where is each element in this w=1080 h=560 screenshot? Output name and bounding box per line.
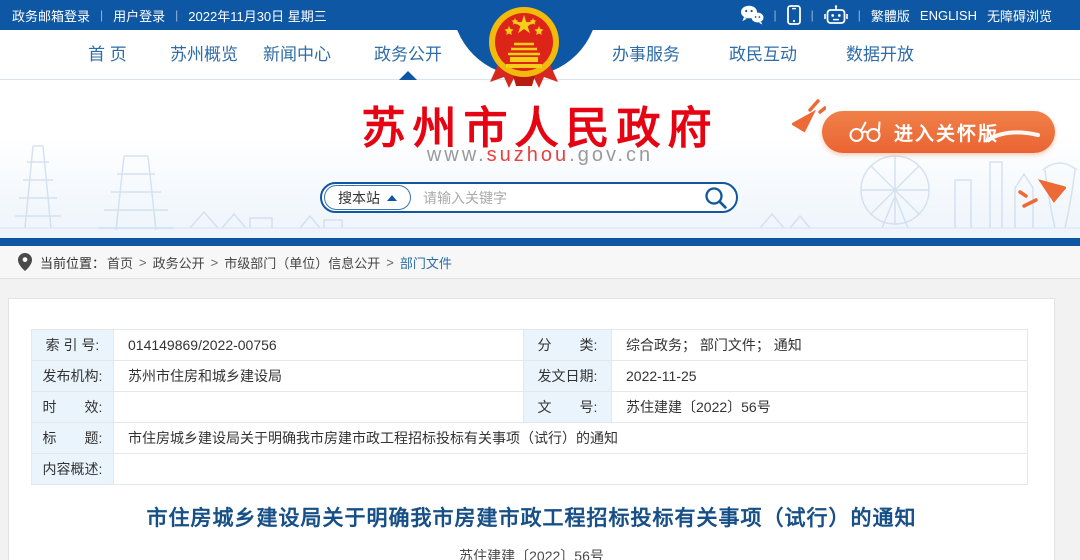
nav-item-interact[interactable]: 政民互动 — [729, 30, 797, 80]
meta-label-index-number: 索 引 号: — [32, 330, 114, 361]
nav-item-home[interactable]: 首 页 — [88, 30, 127, 80]
meta-label-doc-number: 文 号: — [524, 392, 612, 423]
url-highlight: suzhou — [487, 144, 570, 166]
search-input[interactable] — [423, 190, 704, 206]
meta-label-category: 分 类: — [524, 330, 612, 361]
mobile-icon[interactable] — [787, 5, 801, 25]
topbar-right: | | | 繁體版 ENGLISH 无障碍浏览 — [740, 5, 1052, 25]
breadcrumb-item-current[interactable]: 部门文件 — [400, 253, 452, 272]
banner: 苏州市人民政府 www.suzhou.gov.cn 搜本站 进入关怀版 — [0, 80, 1080, 238]
breadcrumb-separator: > — [211, 255, 219, 270]
nav-item-news[interactable]: 新闻中心 — [263, 30, 331, 80]
meta-value-index-number: 014149869/2022-00756 — [114, 330, 524, 361]
meta-value-doc-number: 苏住建建〔2022〕56号 — [612, 392, 1028, 423]
table-row: 时 效: 文 号: 苏住建建〔2022〕56号 — [32, 392, 1028, 423]
glasses-icon — [848, 120, 882, 144]
location-pin-icon — [18, 253, 32, 271]
accessibility-link[interactable]: 无障碍浏览 — [987, 6, 1052, 25]
search-button[interactable] — [704, 186, 728, 210]
meta-value-title: 市住房城乡建设局关于明确我市房建市政工程招标投标有关事项（试行）的通知 — [114, 423, 1028, 454]
document-title: 市住房城乡建设局关于明确我市房建市政工程招标投标有关事项（试行）的通知 — [31, 502, 1032, 532]
meta-value-validity — [114, 392, 524, 423]
breadcrumb-item-departments[interactable]: 市级部门（单位）信息公开 — [224, 253, 380, 272]
spark-decoration-left — [792, 98, 826, 136]
care-version-label: 进入关怀版 — [894, 119, 999, 146]
divider-bar — [0, 238, 1080, 246]
caret-up-icon — [387, 195, 397, 201]
active-tab-indicator — [399, 71, 417, 80]
swirl-decoration — [985, 128, 1041, 144]
breadcrumb: 当前位置： 首页 > 政务公开 > 市级部门（单位）信息公开 > 部门文件 — [0, 246, 1080, 279]
table-row: 标 题: 市住房城乡建设局关于明确我市房建市政工程招标投标有关事项（试行）的通知 — [32, 423, 1028, 454]
nav-item-overview[interactable]: 苏州概览 — [170, 30, 238, 80]
mail-login-link[interactable]: 政务邮箱登录 — [12, 6, 90, 25]
meta-label-issuing-agency: 发布机构: — [32, 361, 114, 392]
meta-value-issue-date: 2022-11-25 — [612, 361, 1028, 392]
search-scope-label: 搜本站 — [338, 188, 380, 208]
magnifier-icon — [704, 186, 728, 210]
document-card: 索 引 号: 014149869/2022-00756 分 类: 综合政务； 部… — [8, 298, 1055, 560]
traditional-version-link[interactable]: 繁體版 — [871, 6, 910, 25]
search-scope-selector[interactable]: 搜本站 — [324, 185, 411, 210]
breadcrumb-separator: > — [386, 255, 394, 270]
nav-item-opendata[interactable]: 数据开放 — [846, 30, 914, 80]
meta-label-summary: 内容概述: — [32, 454, 114, 485]
table-row: 发布机构: 苏州市住房和城乡建设局 发文日期: 2022-11-25 — [32, 361, 1028, 392]
search-bar: 搜本站 — [320, 182, 738, 213]
meta-label-title: 标 题: — [32, 423, 114, 454]
spark-decoration-right — [1016, 174, 1066, 210]
separator: | — [100, 8, 103, 22]
user-login-link[interactable]: 用户登录 — [113, 6, 165, 25]
document-meta-table: 索 引 号: 014149869/2022-00756 分 类: 综合政务； 部… — [31, 329, 1028, 485]
topbar-left: 政务邮箱登录 | 用户登录 | 2022年11月30日 星期三 — [12, 6, 327, 25]
national-emblem-logo — [486, 4, 562, 92]
meta-label-issue-date: 发文日期: — [524, 361, 612, 392]
table-row: 索 引 号: 014149869/2022-00756 分 类: 综合政务； 部… — [32, 330, 1028, 361]
separator: | — [811, 8, 814, 22]
breadcrumb-item-home[interactable]: 首页 — [107, 253, 133, 272]
nav-item-gov-info[interactable]: 政务公开 — [374, 30, 442, 80]
url-suffix: .gov.cn — [569, 144, 653, 166]
meta-value-category: 综合政务； 部门文件； 通知 — [612, 330, 1028, 361]
separator: | — [774, 8, 777, 22]
separator: | — [858, 8, 861, 22]
nav-item-services[interactable]: 办事服务 — [612, 30, 680, 80]
english-version-link[interactable]: ENGLISH — [920, 8, 977, 23]
separator: | — [175, 8, 178, 22]
breadcrumb-separator: > — [139, 255, 147, 270]
robot-icon[interactable] — [824, 5, 848, 25]
meta-value-summary — [114, 454, 1028, 485]
table-row: 内容概述: — [32, 454, 1028, 485]
meta-label-validity: 时 效: — [32, 392, 114, 423]
breadcrumb-prefix: 当前位置： — [40, 253, 105, 272]
current-date: 2022年11月30日 星期三 — [188, 6, 327, 25]
nav-item-label: 政务公开 — [374, 45, 442, 64]
meta-value-issuing-agency: 苏州市住房和城乡建设局 — [114, 361, 524, 392]
document-number: 苏住建建〔2022〕56号 — [31, 546, 1032, 560]
page-root: 政务邮箱登录 | 用户登录 | 2022年11月30日 星期三 | | | 繁體… — [0, 0, 1080, 560]
wechat-icon[interactable] — [740, 5, 764, 25]
breadcrumb-item-gov-info[interactable]: 政务公开 — [153, 253, 205, 272]
care-version-button[interactable]: 进入关怀版 — [822, 111, 1055, 153]
url-prefix: www. — [427, 144, 487, 166]
